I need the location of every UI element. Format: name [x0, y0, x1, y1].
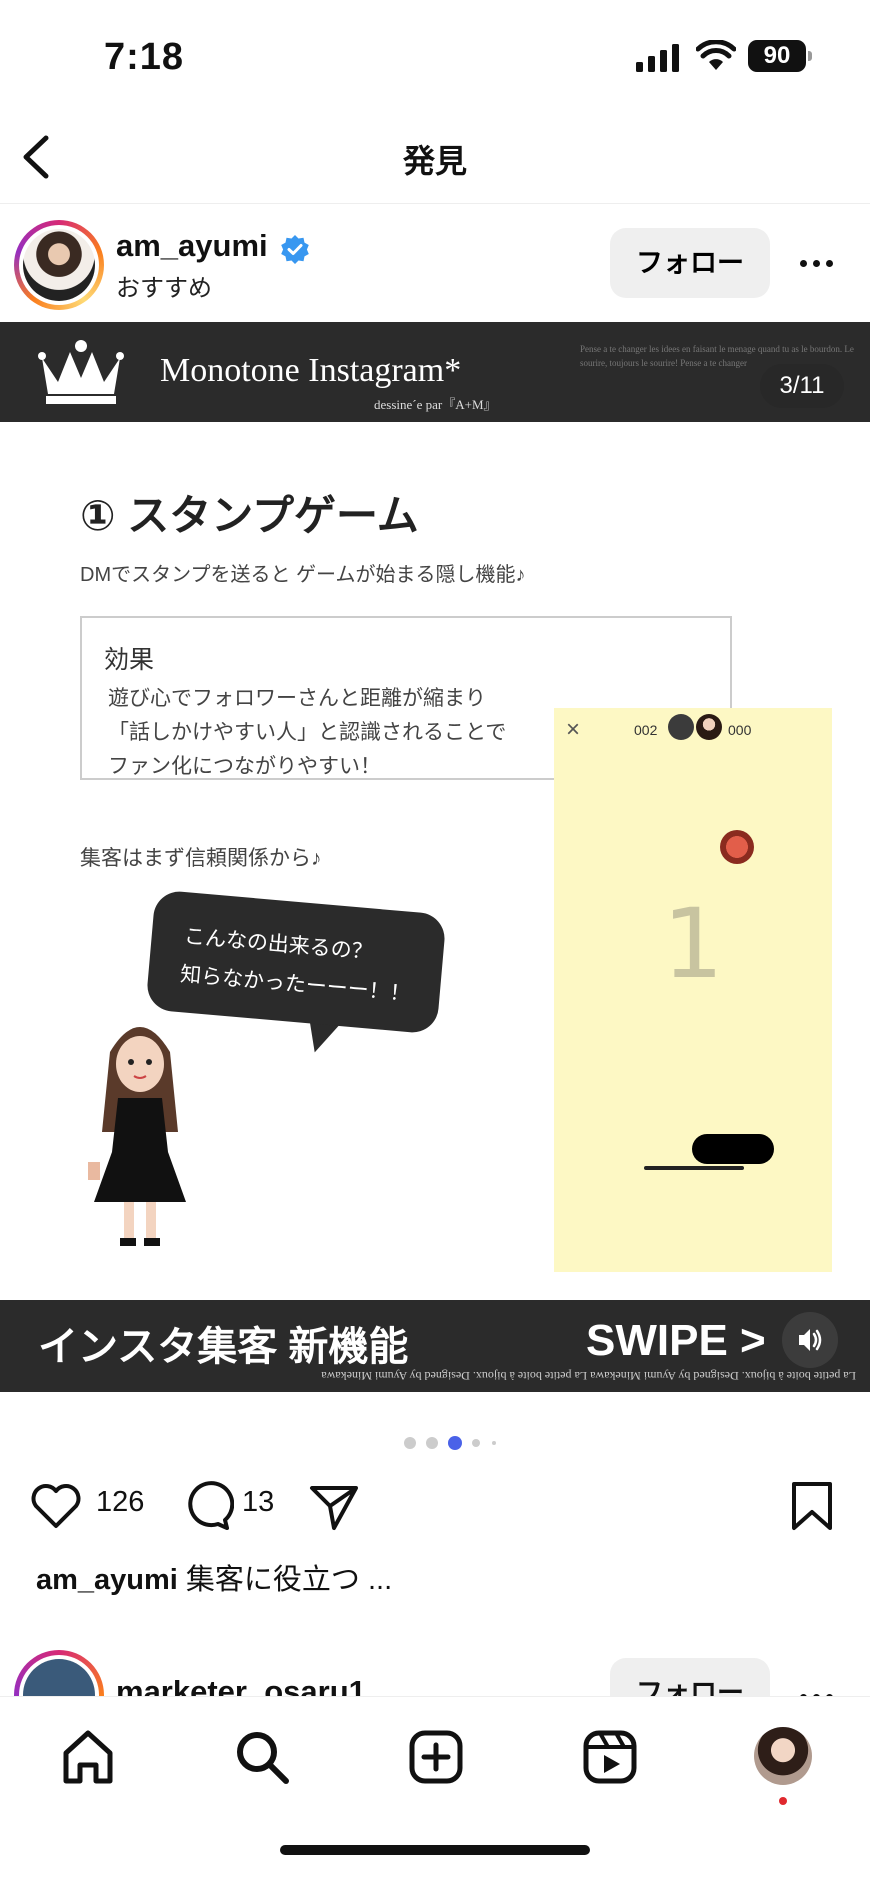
game-score-left: 002 [634, 722, 658, 738]
slide-note: 集客はまず信頼関係から♪ [80, 847, 322, 870]
effect-line: 「話しかけやすい人」と認識されることで [108, 721, 507, 744]
comment-icon[interactable] [178, 1478, 234, 1534]
next-post-avatar[interactable] [14, 1650, 104, 1696]
post-caption[interactable]: am_ayumi 集客に役立つ ... [36, 1556, 392, 1598]
game-score-right: 000 [728, 722, 752, 738]
nav-header: 発見 [0, 110, 870, 204]
like-count[interactable]: 126 [96, 1486, 144, 1519]
pixel-character-illustration [88, 1027, 186, 1246]
slide-top-banner: Monotone Instagram* dessine´e par『A+M』 P… [0, 322, 870, 422]
battery-level: 90 [748, 40, 806, 72]
caption-text: 集客に役立つ ... [185, 1564, 393, 1596]
wifi-icon [696, 40, 736, 70]
caption-username[interactable]: am_ayumi [36, 1564, 178, 1596]
game-paddle [692, 1134, 774, 1164]
bottom-tab-bar [0, 1696, 870, 1882]
cellular-signal-icon [636, 44, 679, 72]
post-header: am_ayumi おすすめ フォロー [0, 206, 870, 322]
carousel-dot [472, 1439, 480, 1447]
post-image-carousel[interactable]: Monotone Instagram* dessine´e par『A+M』 P… [0, 322, 870, 1410]
slide-banner-title: Monotone Instagram* [160, 352, 462, 389]
share-icon[interactable] [306, 1478, 362, 1534]
slide-title: ① スタンプゲーム [80, 492, 419, 539]
follow-button[interactable]: フォロー [610, 228, 770, 298]
slide-bottom-title: インスタ集客 新機能 [38, 1325, 409, 1369]
crown-logo-icon [38, 340, 124, 404]
game-player-avatar [668, 714, 694, 740]
bookmark-icon[interactable] [784, 1478, 840, 1534]
slide-description: DMでスタンプを送ると ゲームが始まる隠し機能♪ [80, 564, 526, 586]
effect-title: 効果 [104, 646, 155, 674]
post-subtitle: おすすめ [116, 275, 212, 302]
next-post-more-icon[interactable] [800, 1688, 839, 1696]
create-icon[interactable] [406, 1727, 466, 1787]
next-post-follow-button[interactable]: フォロー [610, 1658, 770, 1696]
carousel-dot [426, 1437, 438, 1449]
reels-icon[interactable] [580, 1727, 640, 1787]
carousel-dot-active [448, 1436, 462, 1450]
next-post-header: marketer_osaru1 フォロー [0, 1650, 870, 1696]
game-ball [720, 830, 754, 864]
swipe-label: SWIPE > [586, 1316, 766, 1365]
more-options-icon[interactable] [800, 254, 844, 270]
heart-icon[interactable] [28, 1478, 84, 1534]
slide-bottom-decoration: La petite boite à bijoux. Designed by Ay… [321, 1369, 856, 1383]
game-countdown: 1 [662, 888, 724, 1000]
sound-icon[interactable] [782, 1312, 838, 1368]
slide-bottom-banner: インスタ集客 新機能 SWIPE > La petite boite à bij… [0, 1300, 870, 1392]
carousel-dot [492, 1441, 496, 1445]
effect-line: 遊び心でフォロワーさんと距離が縮まり [108, 687, 486, 710]
home-indicator [280, 1845, 590, 1855]
post-username[interactable]: am_ayumi [116, 228, 268, 264]
post-actions: 126 13 [0, 1470, 870, 1550]
next-post-username[interactable]: marketer_osaru1 [116, 1674, 366, 1696]
game-close-icon: × [566, 716, 581, 743]
home-icon[interactable] [58, 1727, 118, 1787]
game-home-indicator [644, 1166, 744, 1170]
search-icon[interactable] [232, 1727, 292, 1787]
comment-count[interactable]: 13 [242, 1486, 274, 1519]
image-counter: 3/11 [760, 364, 844, 408]
avatar[interactable] [14, 220, 104, 310]
profile-avatar[interactable] [754, 1727, 812, 1785]
effect-line: ファン化につながりやすい！ [108, 755, 381, 778]
carousel-dot [404, 1437, 416, 1449]
status-time: 7:18 [104, 36, 185, 78]
game-opponent-avatar [696, 714, 722, 740]
game-screen-mockup: × 002 000 1 [554, 708, 832, 1272]
page-title: 発見 [402, 143, 467, 179]
slide-banner-subtitle: dessine´e par『A+M』 [374, 397, 497, 412]
battery-icon: 90 [748, 40, 812, 72]
status-bar: 7:18 90 [0, 0, 870, 110]
verified-badge-icon [281, 235, 309, 264]
notification-dot [779, 1797, 787, 1805]
